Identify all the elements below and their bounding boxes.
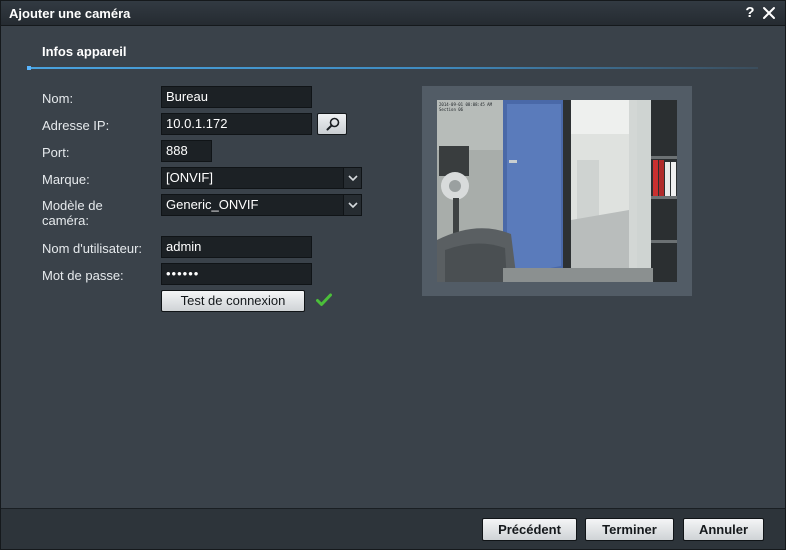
username-label: Nom d'utilisateur: <box>42 241 143 256</box>
brand-select[interactable]: [ONVIF] <box>161 167 362 189</box>
username-input[interactable]: admin <box>161 236 312 258</box>
brand-select-value: [ONVIF] <box>166 170 213 185</box>
add-camera-dialog: Ajouter une caméra ? Infos appareil Nom:… <box>0 0 786 550</box>
ip-address-input[interactable]: 10.0.1.172 <box>161 113 312 135</box>
model-select-value: Generic_ONVIF <box>166 197 259 212</box>
help-icon[interactable]: ? <box>743 4 757 21</box>
brand-label: Marque: <box>42 172 90 187</box>
model-select[interactable]: Generic_ONVIF <box>161 194 362 216</box>
name-label: Nom: <box>42 91 74 106</box>
search-button[interactable] <box>317 113 347 135</box>
password-label: Mot de passe: <box>42 268 124 283</box>
model-label: Modèle de caméra: <box>42 198 103 228</box>
model-label-line-1: Modèle de <box>42 198 103 213</box>
previous-button[interactable]: Précédent <box>482 518 577 541</box>
section-divider <box>28 67 758 69</box>
section-divider-marker <box>27 66 31 70</box>
chevron-down-icon[interactable] <box>343 168 361 188</box>
camera-preview-image <box>437 100 677 282</box>
camera-timestamp-line-2: Section 06 <box>439 107 464 112</box>
finish-button[interactable]: Terminer <box>585 518 674 541</box>
cancel-button[interactable]: Annuler <box>683 518 764 541</box>
camera-preview: 2014-09-01 08:08:45 AM Section 06 <box>437 100 677 282</box>
password-input[interactable]: •••••• <box>161 263 312 285</box>
title-bar: Ajouter une caméra ? <box>1 1 785 26</box>
chevron-down-icon[interactable] <box>343 195 361 215</box>
name-input[interactable]: Bureau <box>161 86 312 108</box>
model-label-line-2: caméra: <box>42 213 89 228</box>
search-icon <box>326 117 340 131</box>
dialog-footer: Précédent Terminer Annuler <box>1 508 785 549</box>
close-icon[interactable] <box>762 6 776 20</box>
port-label: Port: <box>42 145 70 160</box>
test-connection-button[interactable]: Test de connexion <box>161 290 305 312</box>
ip-address-label: Adresse IP: <box>42 118 110 133</box>
port-input[interactable]: 888 <box>161 140 212 162</box>
checkmark-icon <box>316 293 332 310</box>
camera-timestamp: 2014-09-01 08:08:45 AM Section 06 <box>439 102 492 112</box>
section-title: Infos appareil <box>42 44 127 59</box>
dialog-title: Ajouter une caméra <box>9 6 131 21</box>
